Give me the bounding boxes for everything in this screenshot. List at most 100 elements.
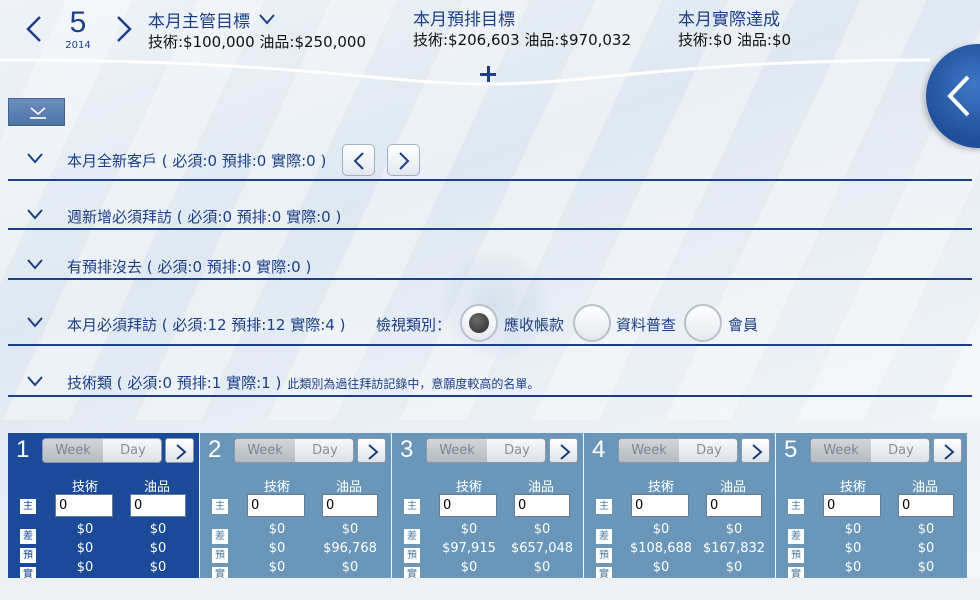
main-tech-input[interactable] bbox=[55, 494, 113, 517]
week-card[interactable]: 2WeekDay技術油品主差$0$0預$0$96,768實$0$0 bbox=[200, 433, 391, 582]
section-new-customers[interactable]: 本月全新客戶 ( 必須:0 預排:0 實際:0 ) bbox=[8, 140, 972, 181]
day-option[interactable]: Day bbox=[871, 439, 929, 462]
main-oil-input[interactable] bbox=[514, 494, 570, 517]
diff-tech-value: $0 bbox=[76, 522, 94, 537]
week-card[interactable]: 4WeekDay技術油品主差$0$0預$108,688$167,832實$0$0 bbox=[584, 433, 775, 582]
week-option[interactable]: Week bbox=[235, 439, 295, 462]
col-header-oil: 油品 bbox=[720, 480, 747, 495]
day-option[interactable]: Day bbox=[103, 439, 161, 462]
row-tag-planned: 預 bbox=[212, 548, 228, 563]
row-tag-diff: 差 bbox=[596, 529, 612, 544]
collapse-all-button[interactable] bbox=[8, 98, 65, 126]
row-tag-diff: 差 bbox=[788, 529, 804, 544]
card-open-button[interactable] bbox=[549, 438, 578, 463]
section-label: 技術類 ( 必須:0 預排:1 實際:1 ) bbox=[67, 374, 282, 392]
card-open-button[interactable] bbox=[165, 438, 194, 463]
chevron-down-icon[interactable] bbox=[258, 10, 276, 30]
diff-oil-value: $0 bbox=[341, 522, 359, 537]
main-tech-input[interactable] bbox=[823, 494, 881, 517]
radio-label-receivables[interactable]: 應收帳款 bbox=[504, 314, 564, 335]
week-number: 2 bbox=[208, 436, 222, 463]
actual-tech-value: $0 bbox=[76, 560, 94, 575]
week-number: 4 bbox=[592, 436, 606, 463]
row-tag-planned: 預 bbox=[404, 548, 420, 563]
actual-oil-value: $0 bbox=[149, 560, 167, 575]
radio-label-member[interactable]: 會員 bbox=[728, 314, 758, 335]
radio-member[interactable] bbox=[684, 304, 722, 342]
section-next-button[interactable] bbox=[387, 144, 420, 176]
section-label: 本月必須拜訪 ( 必須:12 預排:12 實際:4 ) bbox=[67, 316, 346, 334]
day-option[interactable]: Day bbox=[295, 439, 353, 462]
radio-data-survey[interactable] bbox=[573, 304, 611, 342]
section-planned-not-visited[interactable]: 有預排沒去 ( 必須:0 預排:0 實際:0 ) bbox=[8, 248, 972, 280]
card-open-button[interactable] bbox=[357, 438, 386, 463]
week-card[interactable]: 3WeekDay技術油品主差$0$0預$97,915$657,048實$0$0 bbox=[392, 433, 583, 582]
actual-tech-value: $0 bbox=[652, 560, 670, 575]
expand-plus-button[interactable] bbox=[478, 64, 498, 84]
week-card[interactable]: 1WeekDay技術油品主差$0$0預$0$0實$0$0 bbox=[8, 433, 199, 582]
manager-target-title: 本月主管目標 bbox=[148, 12, 250, 32]
day-option[interactable]: Day bbox=[487, 439, 545, 462]
week-option[interactable]: Week bbox=[43, 439, 103, 462]
chevron-right-icon bbox=[560, 444, 571, 460]
main-oil-input[interactable] bbox=[322, 494, 378, 517]
week-day-toggle[interactable]: Week Day bbox=[426, 438, 546, 463]
col-header-tech: 技術 bbox=[264, 480, 291, 495]
chevron-down-icon[interactable] bbox=[26, 258, 44, 270]
week-day-toggle[interactable]: Week Day bbox=[234, 438, 354, 463]
row-tag-main: 主 bbox=[20, 499, 36, 514]
row-tag-planned: 預 bbox=[20, 548, 36, 563]
actual-tech-value: $0 bbox=[460, 560, 478, 575]
actual-achieved-values: 技術:$0 油品:$0 bbox=[678, 31, 792, 49]
week-day-toggle[interactable]: Week Day bbox=[810, 438, 930, 463]
month-number: 5 bbox=[69, 6, 87, 39]
chevron-right-icon bbox=[399, 152, 410, 170]
chevron-down-icon[interactable] bbox=[26, 375, 44, 387]
week-number: 3 bbox=[400, 436, 414, 463]
section-prev-button[interactable] bbox=[342, 144, 375, 176]
week-option[interactable]: Week bbox=[811, 439, 871, 462]
week-option[interactable]: Week bbox=[427, 439, 487, 462]
collapse-down-icon bbox=[30, 107, 46, 119]
chevron-left-icon bbox=[947, 75, 970, 117]
chevron-down-icon[interactable] bbox=[26, 208, 44, 220]
radio-receivables[interactable] bbox=[460, 304, 498, 342]
day-option[interactable]: Day bbox=[679, 439, 737, 462]
planned-tech-value: $97,915 bbox=[442, 541, 496, 556]
row-tag-main: 主 bbox=[596, 499, 612, 514]
main-oil-input[interactable] bbox=[130, 494, 186, 517]
row-tag-diff: 差 bbox=[404, 529, 420, 544]
bottom-strip bbox=[0, 578, 980, 600]
section-note: 此類別為過往拜訪記錄中，意願度較高的名單。 bbox=[287, 377, 540, 391]
week-day-toggle[interactable]: Week Day bbox=[618, 438, 738, 463]
actual-oil-value: $0 bbox=[725, 560, 743, 575]
chevron-down-icon[interactable] bbox=[26, 316, 44, 328]
diff-tech-value: $0 bbox=[460, 522, 478, 537]
col-header-oil: 油品 bbox=[912, 480, 939, 495]
chevron-down-icon[interactable] bbox=[26, 152, 44, 164]
chevron-right-icon bbox=[176, 444, 187, 460]
main-tech-input[interactable] bbox=[247, 494, 305, 517]
col-header-tech: 技術 bbox=[648, 480, 675, 495]
chevron-right-icon bbox=[944, 444, 955, 460]
week-card[interactable]: 5WeekDay技術油品主差$0$0預$0$0實$0$0 bbox=[776, 433, 967, 582]
section-technical[interactable]: 技術類 ( 必須:0 預排:1 實際:1 ) 此類別為過往拜訪記錄中，意願度較高的… bbox=[8, 366, 972, 397]
main-oil-input[interactable] bbox=[706, 494, 762, 517]
main-oil-input[interactable] bbox=[898, 494, 954, 517]
diff-oil-value: $0 bbox=[149, 522, 167, 537]
main-tech-input[interactable] bbox=[439, 494, 497, 517]
week-day-toggle[interactable]: Week Day bbox=[42, 438, 162, 463]
prev-month-button[interactable] bbox=[22, 14, 46, 44]
planned-oil-value: $0 bbox=[917, 541, 935, 556]
row-tag-main: 主 bbox=[212, 499, 228, 514]
section-weekly-new-visits[interactable]: 週新增必須拜訪 ( 必須:0 預排:0 實際:0 ) bbox=[8, 198, 972, 230]
year-label: 2014 bbox=[65, 40, 91, 51]
card-open-button[interactable] bbox=[741, 438, 770, 463]
main-tech-input[interactable] bbox=[631, 494, 689, 517]
card-open-button[interactable] bbox=[933, 438, 962, 463]
next-month-button[interactable] bbox=[112, 14, 136, 44]
week-option[interactable]: Week bbox=[619, 439, 679, 462]
manager-target[interactable]: 本月主管目標 技術:$100,000 油品:$250,000 bbox=[148, 10, 366, 52]
radio-label-data-survey[interactable]: 資料普查 bbox=[616, 314, 676, 335]
planned-target-title: 本月預排目標 bbox=[413, 10, 515, 30]
